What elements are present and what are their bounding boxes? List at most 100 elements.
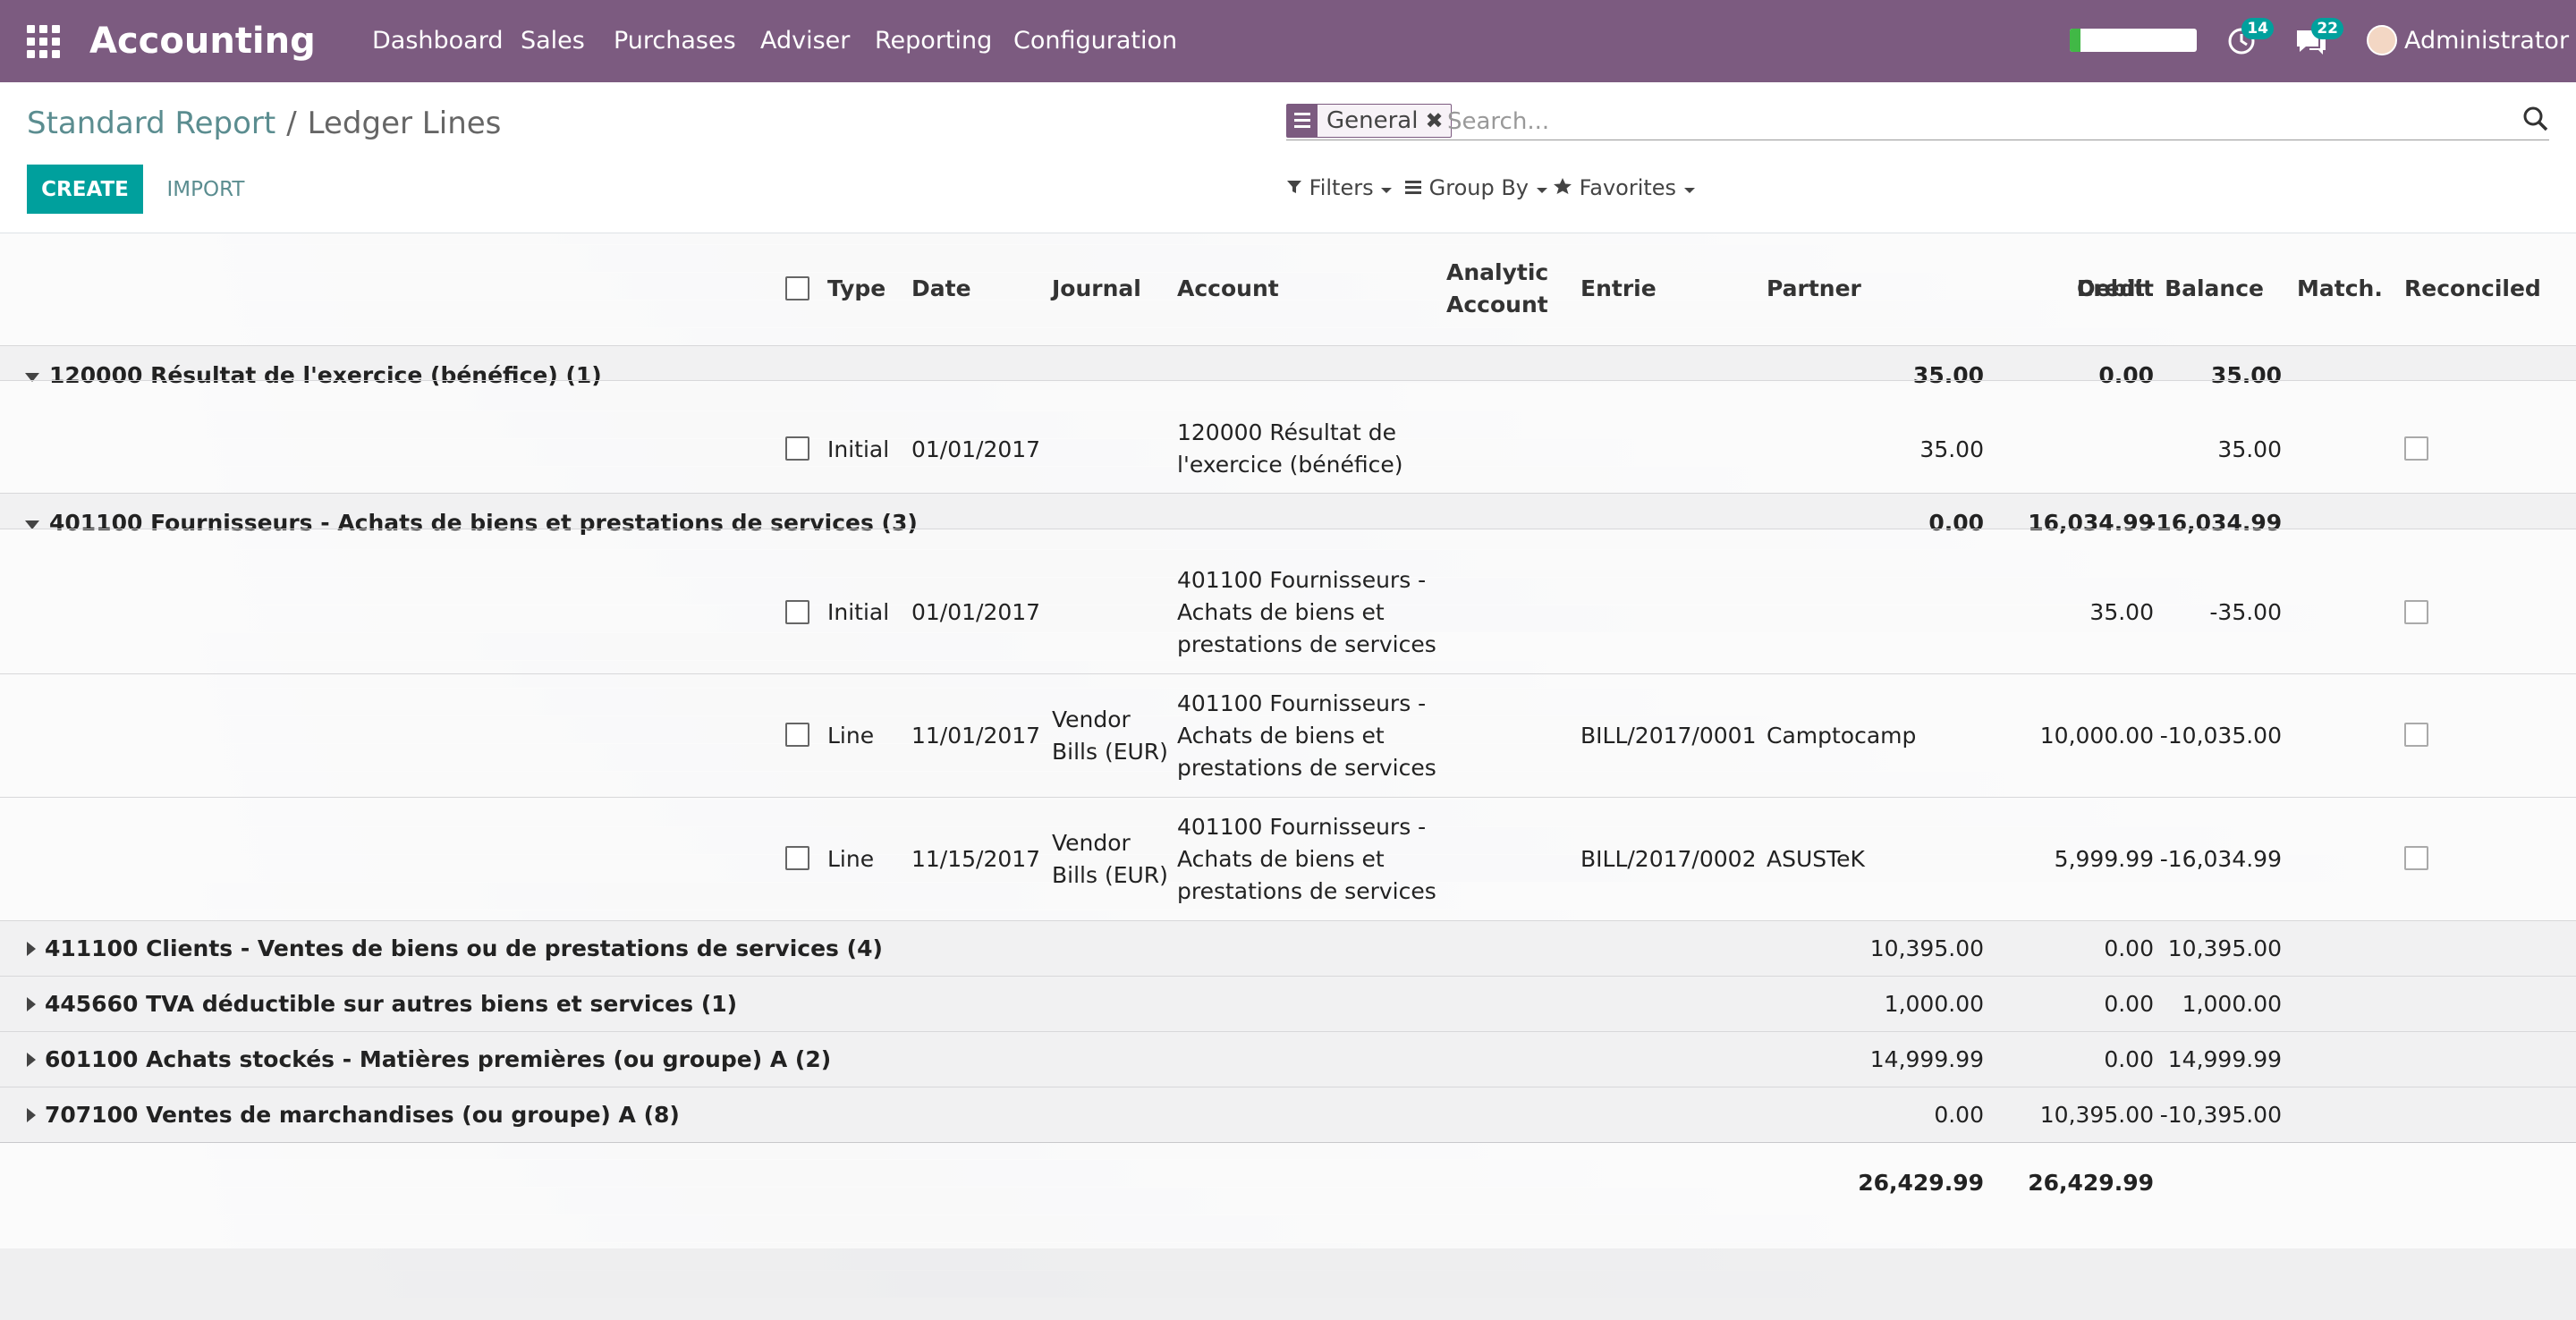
row-reconciled-checkbox[interactable] (2404, 600, 2428, 624)
row-credit: 5,999.99 (2054, 846, 2154, 872)
group-credit: 0.00 (2104, 991, 2154, 1017)
header-partner[interactable]: Partner (1767, 273, 1861, 305)
group-601100[interactable]: 601100 Achats stockés - Matières premièr… (45, 1044, 831, 1076)
search-icon[interactable] (2522, 106, 2549, 132)
row-date: 01/01/2017 (911, 436, 1041, 462)
breadcrumb-current: Ledger Lines (307, 106, 502, 141)
row-entrie[interactable]: BILL/2017/0002 (1580, 843, 1756, 876)
row-partner: Camptocamp (1767, 723, 1917, 749)
apps-grid-icon[interactable] (27, 25, 61, 59)
search-input[interactable] (1445, 106, 2343, 138)
favorites-dropdown[interactable]: Favorites (1553, 173, 1696, 202)
menu-dashboard[interactable]: Dashboard (372, 25, 503, 57)
group-120000[interactable]: 120000 Résultat de l'exercice (bénéfice)… (49, 360, 602, 392)
menu-reporting[interactable]: Reporting (875, 25, 992, 57)
row-account-line2: Achats de biens et (1177, 599, 1385, 625)
row-type: Initial (827, 599, 890, 625)
row-checkbox[interactable] (785, 436, 809, 461)
header-analytic-line1[interactable]: Analytic (1446, 257, 1548, 289)
menu-sales[interactable]: Sales (521, 25, 585, 57)
row-divider (0, 976, 2576, 977)
row-debit: 35.00 (1919, 436, 1984, 462)
header-journal[interactable]: Journal (1052, 273, 1141, 305)
caret-collapsed-icon[interactable] (27, 997, 36, 1011)
row-balance: -16,034.99 (2159, 846, 2282, 872)
group-411100[interactable]: 411100 Clients - Ventes de biens ou de p… (45, 933, 883, 965)
totals-divider (0, 1142, 2576, 1143)
import-button[interactable]: IMPORT (150, 165, 261, 214)
group-credit: 0.00 (2098, 362, 2154, 388)
menu-configuration[interactable]: Configuration (1013, 25, 1177, 57)
header-entrie[interactable]: Entrie (1580, 273, 1657, 305)
breadcrumb: Standard Report / Ledger Lines (27, 102, 501, 145)
header-type[interactable]: Type (827, 273, 886, 305)
group-credit: 16,034.99 (2028, 510, 2154, 536)
breadcrumb-standard-report[interactable]: Standard Report (27, 106, 275, 141)
top-navbar: Accounting Dashboard Sales Purchases Adv… (0, 0, 2576, 82)
row-divider (0, 673, 2576, 674)
row-checkbox[interactable] (785, 846, 809, 870)
select-all-checkbox[interactable] (785, 276, 809, 300)
caret-collapsed-icon[interactable] (27, 1108, 36, 1122)
group-balance: 14,999.99 (2167, 1046, 2282, 1072)
menu-adviser[interactable]: Adviser (760, 25, 850, 57)
ledger-list-view: Type Date Journal Account Analytic Accou… (0, 233, 2576, 1248)
total-credit: 26,429.99 (2028, 1170, 2154, 1196)
row-reconciled-checkbox[interactable] (2404, 846, 2428, 870)
row-checkbox[interactable] (785, 723, 809, 747)
header-date[interactable]: Date (911, 273, 971, 305)
group-445660[interactable]: 445660 TVA déductible sur autres biens e… (45, 988, 737, 1020)
group-707100[interactable]: 707100 Ventes de marchandises (ou groupe… (45, 1099, 680, 1131)
activity-clock-icon[interactable]: 14 (2225, 18, 2274, 59)
caret-collapsed-icon[interactable] (27, 942, 36, 956)
row-reconciled-checkbox[interactable] (2404, 723, 2428, 747)
row-journal-line2: Bills (EUR) (1052, 862, 1168, 888)
group-by-dropdown[interactable]: Group By (1404, 173, 1548, 202)
user-menu[interactable]: Administrator (2404, 25, 2569, 57)
list-bars-icon (1405, 181, 1421, 194)
group-401100[interactable]: 401100 Fournisseurs - Achats de biens et… (49, 507, 918, 539)
row-reconciled-checkbox[interactable] (2404, 436, 2428, 461)
row-balance: -10,035.00 (2159, 723, 2282, 749)
user-avatar[interactable] (2367, 25, 2397, 55)
filters-dropdown[interactable]: Filters (1286, 173, 1393, 202)
group-debit: 0.00 (1934, 1102, 1984, 1128)
row-journal-line1: Vendor (1052, 707, 1131, 732)
row-journal-line2: Bills (EUR) (1052, 739, 1168, 765)
row-checkbox[interactable] (785, 600, 809, 624)
group-by-label: Group By (1428, 175, 1530, 200)
group-balance: 1,000.00 (2182, 991, 2282, 1017)
header-credit[interactable]: Credit (2012, 273, 2154, 305)
header-balance[interactable]: Balance (2165, 273, 2264, 305)
header-analytic-line2[interactable]: Account (1446, 289, 1548, 321)
row-divider (0, 797, 2576, 798)
row-account-line2: Achats de biens et (1177, 846, 1385, 872)
menu-purchases[interactable]: Purchases (614, 25, 736, 57)
group-debit: 1,000.00 (1884, 991, 1984, 1017)
row-entrie[interactable]: BILL/2017/0001 (1580, 720, 1756, 752)
message-count-badge: 22 (2311, 18, 2343, 39)
header-match[interactable]: Match. (2297, 273, 2383, 305)
row-divider (0, 345, 2576, 346)
group-credit: 10,395.00 (2039, 1102, 2154, 1128)
star-icon (1554, 178, 1572, 194)
row-account-line1: 120000 Résultat de (1177, 419, 1396, 445)
messages-chat-icon[interactable]: 22 (2292, 18, 2343, 59)
row-account-line3: prestations de services (1177, 878, 1436, 904)
group-credit: 0.00 (2104, 935, 2154, 961)
row-account-line3: prestations de services (1177, 755, 1436, 781)
caret-collapsed-icon[interactable] (27, 1053, 36, 1067)
footer-shade (0, 1248, 2576, 1320)
search-facet[interactable]: General ✖ (1286, 104, 1452, 138)
app-title[interactable]: Accounting (89, 16, 316, 66)
activity-count-badge: 14 (2241, 18, 2274, 39)
row-credit: 35.00 (2089, 599, 2154, 625)
header-account[interactable]: Account (1177, 273, 1279, 305)
row-credit: 10,000.00 (2039, 723, 2154, 749)
total-debit: 26,429.99 (1858, 1170, 1984, 1196)
group-debit: 14,999.99 (1869, 1046, 1984, 1072)
create-button[interactable]: CREATE (27, 165, 143, 214)
row-account-line2: l'exercice (bénéfice) (1177, 452, 1403, 478)
header-reconciled[interactable]: Reconciled (2404, 273, 2541, 305)
row-date: 11/01/2017 (911, 723, 1041, 749)
